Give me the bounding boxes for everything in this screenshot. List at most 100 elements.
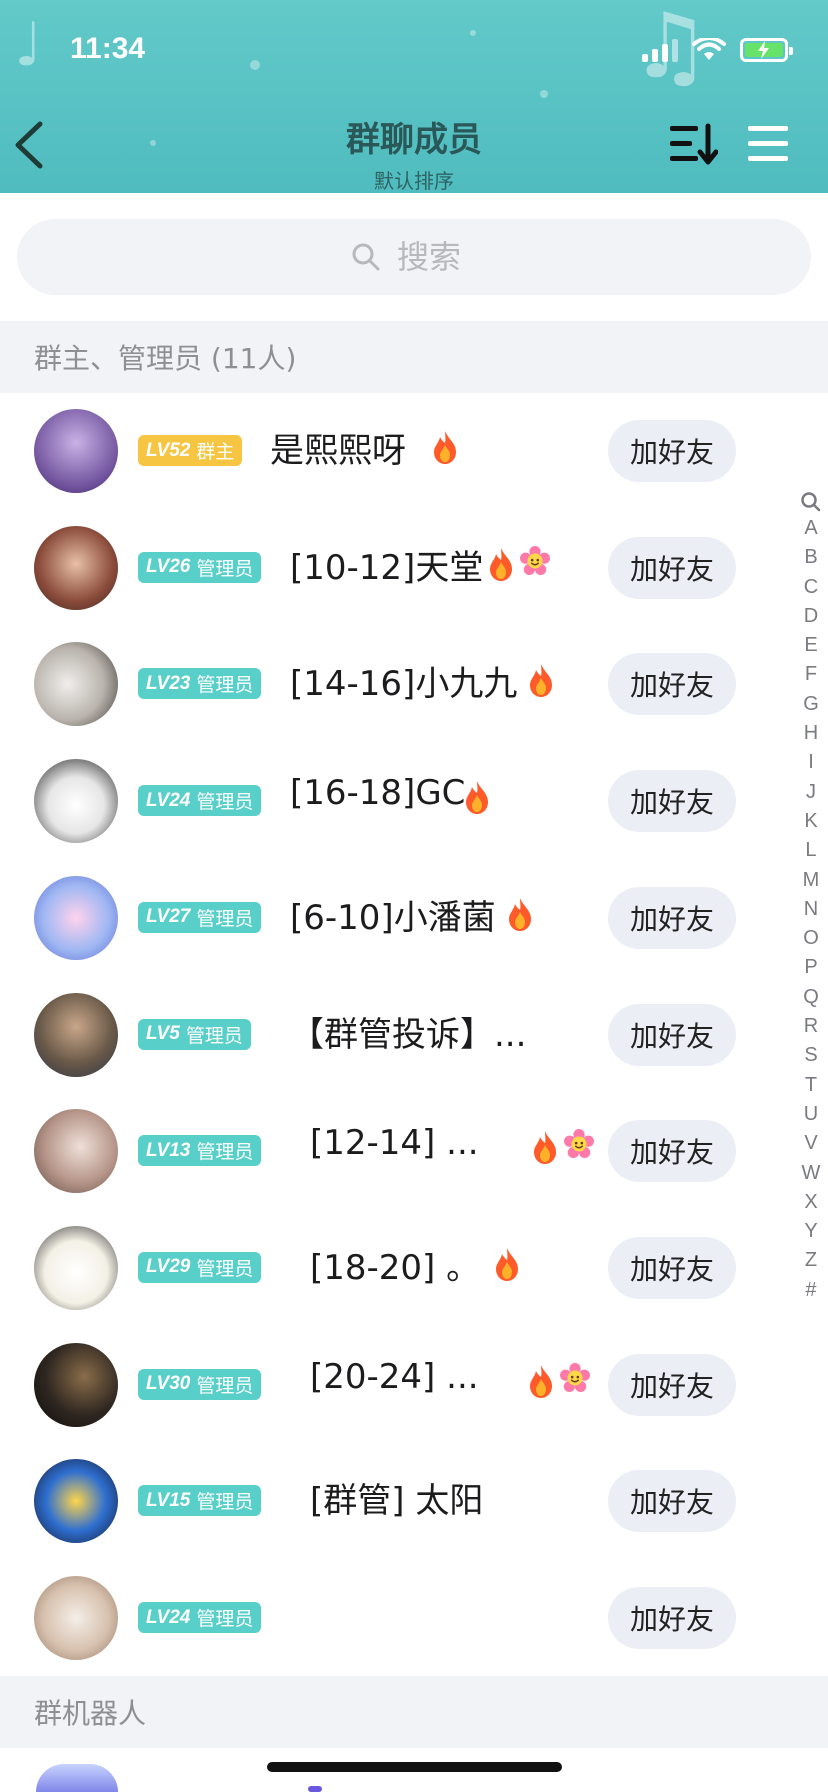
- search-input[interactable]: [397, 238, 477, 276]
- avatar[interactable]: [34, 1342, 118, 1427]
- avatar[interactable]: [34, 642, 118, 727]
- level-label: LV24: [146, 1606, 191, 1628]
- search-bar[interactable]: [17, 219, 811, 295]
- level-label: LV29: [146, 1256, 191, 1278]
- role-label: 管理员: [196, 675, 254, 697]
- avatar[interactable]: [34, 875, 118, 960]
- level-label: LV5: [146, 1023, 180, 1044]
- index-letter[interactable]: C: [804, 573, 818, 602]
- role-label: 管理员: [196, 558, 254, 580]
- role-label: 管理员: [196, 1609, 254, 1630]
- member-row[interactable]: LV27 管理员 [6-10]小潘菌 加好友: [0, 860, 790, 977]
- add-friend-button[interactable]: 加好友: [608, 770, 736, 833]
- index-letter[interactable]: N: [804, 895, 818, 924]
- index-letter[interactable]: H: [804, 719, 818, 748]
- index-letter[interactable]: G: [803, 690, 819, 719]
- index-letter[interactable]: V: [804, 1129, 817, 1158]
- index-letter[interactable]: S: [804, 1041, 817, 1070]
- level-role-badge: LV5 管理员: [138, 1018, 251, 1050]
- add-friend-button[interactable]: 加好友: [608, 536, 736, 599]
- add-friend-button[interactable]: 加好友: [608, 1236, 736, 1299]
- menu-icon[interactable]: [746, 124, 790, 164]
- member-row[interactable]: LV26 管理员 [10-12]天堂 加好友: [0, 510, 790, 627]
- level-role-badge: LV52 群主: [138, 435, 243, 466]
- member-row[interactable]: LV24 管理员 加好友: [0, 1560, 790, 1677]
- fire-icon: [486, 546, 516, 582]
- avatar[interactable]: [34, 992, 118, 1077]
- index-letter[interactable]: I: [808, 748, 814, 777]
- add-friend-button[interactable]: 加好友: [608, 653, 736, 716]
- add-friend-button[interactable]: 加好友: [608, 886, 736, 949]
- avatar[interactable]: [34, 1225, 118, 1310]
- member-row[interactable]: LV15 管理员 [群管] 太阳 加好友: [0, 1443, 790, 1560]
- member-nickname: [14-16]小九九: [290, 664, 518, 705]
- avatar[interactable]: [34, 1576, 118, 1660]
- add-friend-button[interactable]: 加好友: [608, 420, 736, 482]
- bot-avatar[interactable]: [36, 1764, 118, 1792]
- level-role-badge: LV26 管理员: [138, 551, 262, 583]
- sort-button[interactable]: [668, 122, 718, 166]
- add-friend-button[interactable]: 加好友: [608, 1587, 736, 1649]
- index-letter[interactable]: X: [804, 1188, 817, 1217]
- avatar[interactable]: [34, 1109, 118, 1194]
- signal-icon: [642, 38, 678, 62]
- add-friend-button[interactable]: 加好友: [608, 1353, 736, 1416]
- section-header-admins: 群主、管理员 (11人): [0, 321, 828, 393]
- level-role-badge: LV13 管理员: [138, 1135, 262, 1167]
- level-role-badge: LV29 管理员: [138, 1251, 262, 1283]
- index-letter[interactable]: Q: [803, 983, 819, 1012]
- role-label: 群主: [196, 442, 235, 463]
- member-nickname: [12-14] ...: [310, 1123, 479, 1164]
- index-letter[interactable]: L: [805, 836, 816, 865]
- index-search-icon[interactable]: [800, 490, 822, 514]
- index-letter[interactable]: U: [804, 1100, 818, 1129]
- index-letter[interactable]: O: [803, 924, 819, 953]
- member-row[interactable]: LV23 管理员 [14-16]小九九 加好友: [0, 626, 790, 743]
- sparkle-decoration: [470, 30, 476, 36]
- member-row[interactable]: LV13 管理员 [12-14] ... 加好友: [0, 1093, 790, 1210]
- index-letter[interactable]: M: [803, 866, 820, 895]
- role-label: 管理员: [196, 1375, 254, 1397]
- add-friend-button[interactable]: 加好友: [608, 1003, 736, 1066]
- index-letter[interactable]: W: [802, 1159, 821, 1188]
- index-letter[interactable]: Y: [804, 1217, 817, 1246]
- index-letter[interactable]: F: [805, 660, 817, 689]
- fire-icon: [492, 1246, 522, 1282]
- music-note-decoration: ♩: [14, 10, 43, 80]
- index-letter[interactable]: #: [805, 1276, 816, 1305]
- index-letter[interactable]: D: [804, 602, 818, 631]
- sparkle-decoration: [540, 90, 548, 98]
- alphabet-index[interactable]: A B C D E F G H I J K L M N O P Q R S T U V W X Y Z #: [794, 490, 828, 1305]
- member-nickname: [18-20] 。: [310, 1247, 481, 1288]
- index-letter[interactable]: B: [804, 543, 817, 572]
- member-row[interactable]: LV52 群主 是熙熙呀 加好友: [0, 393, 790, 510]
- level-role-badge: LV23 管理员: [138, 668, 262, 700]
- member-row[interactable]: LV5 管理员 【群管投诉】... 加好友: [0, 977, 790, 1094]
- add-friend-button[interactable]: 加好友: [608, 1470, 736, 1533]
- role-label: 管理员: [196, 1492, 254, 1514]
- avatar[interactable]: [34, 525, 118, 610]
- index-letter[interactable]: K: [804, 807, 817, 836]
- index-letter[interactable]: Z: [805, 1246, 817, 1275]
- fire-icon: [430, 429, 460, 465]
- fire-icon: [530, 1129, 560, 1165]
- index-letter[interactable]: J: [806, 778, 816, 807]
- role-label: 管理员: [196, 1142, 254, 1164]
- member-row[interactable]: LV24 管理员 [16-18]GC 加好友: [0, 743, 790, 860]
- fire-icon: [462, 779, 492, 815]
- index-letter[interactable]: T: [805, 1071, 817, 1100]
- role-label: 管理员: [196, 908, 254, 930]
- flower-icon: [560, 1362, 590, 1399]
- avatar[interactable]: [34, 1459, 118, 1544]
- member-row[interactable]: LV30 管理员 [20-24] ... 加好友: [0, 1327, 790, 1444]
- member-nickname: 是熙熙呀: [270, 431, 406, 471]
- index-letter[interactable]: A: [804, 514, 817, 543]
- add-friend-button[interactable]: 加好友: [608, 1120, 736, 1183]
- level-label: LV30: [146, 1373, 191, 1395]
- index-letter[interactable]: R: [804, 1012, 818, 1041]
- avatar[interactable]: [34, 759, 118, 844]
- avatar[interactable]: [34, 409, 118, 493]
- index-letter[interactable]: P: [804, 953, 817, 982]
- index-letter[interactable]: E: [804, 631, 817, 660]
- member-row[interactable]: LV29 管理员 [18-20] 。 加好友: [0, 1210, 790, 1327]
